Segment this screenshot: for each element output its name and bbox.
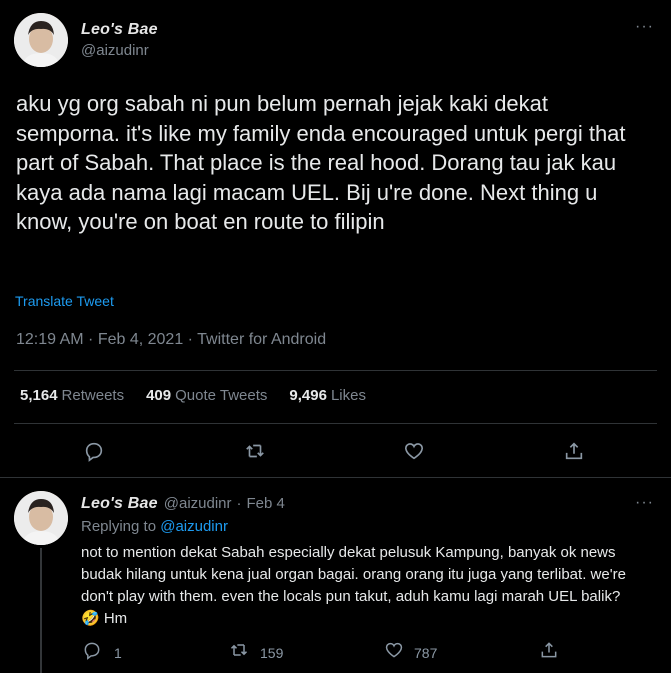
reply-more-options-icon[interactable]: ···	[635, 494, 654, 512]
divider	[14, 423, 657, 424]
translate-tweet-link[interactable]: Translate Tweet	[15, 293, 114, 309]
reply-action-reply[interactable]: 1	[82, 640, 122, 665]
reply-author-avatar[interactable]	[14, 491, 68, 545]
reply-count: 1	[114, 644, 122, 661]
reply-action-share[interactable]	[539, 640, 559, 665]
more-options-icon[interactable]: ···	[635, 18, 654, 36]
thread-line	[40, 548, 42, 673]
like-icon[interactable]	[384, 640, 404, 665]
retweet-count: 159	[260, 644, 284, 661]
share-icon[interactable]	[539, 642, 559, 664]
replying-to-label: Replying to	[81, 518, 157, 535]
stat-label: Retweets	[61, 387, 125, 404]
share-icon[interactable]	[563, 440, 585, 467]
author-avatar[interactable]	[14, 13, 68, 67]
reply-icon[interactable]	[82, 640, 102, 665]
reply-action-like[interactable]: 787	[384, 640, 437, 665]
like-count: 787	[414, 644, 438, 661]
stat-retweets[interactable]: 5,164 Retweets	[20, 387, 124, 405]
reply-header: Leo's Bae @aizudinr · Feb 4	[81, 495, 285, 513]
like-icon[interactable]	[403, 440, 425, 467]
divider	[14, 370, 657, 371]
tweet-text: aku yg org sabah ni pun belum pernah jej…	[16, 91, 626, 234]
reply-action-retweet[interactable]: 159	[228, 640, 283, 665]
retweet-icon[interactable]	[228, 640, 250, 665]
replying-to-handle[interactable]: @aizudinr	[160, 518, 228, 535]
author-name[interactable]: Leo's Bae	[81, 21, 158, 39]
author-handle[interactable]: @aizudinr	[81, 42, 149, 59]
stat-number: 5,164	[20, 387, 58, 404]
stat-label: Likes	[330, 387, 366, 404]
stat-quote-tweets[interactable]: 409 Quote Tweets	[146, 387, 267, 405]
tweet-timestamp[interactable]: 12:19 AM · Feb 4, 2021 · Twitter for And…	[16, 331, 326, 349]
reply-icon[interactable]	[83, 440, 105, 467]
stat-number: 409	[146, 387, 172, 404]
stat-likes[interactable]: 9,496 Likes	[289, 387, 366, 405]
stat-label: Quote Tweets	[175, 387, 268, 404]
reply-date[interactable]: Feb 4	[247, 495, 285, 512]
separator-dot: ·	[236, 495, 242, 512]
tweet-stats: 5,164 Retweets 409 Quote Tweets 9,496 Likes	[20, 387, 366, 405]
retweet-icon[interactable]	[243, 440, 267, 467]
replying-to: Replying to @aizudinr	[81, 518, 228, 535]
reply-text: not to mention dekat Sabah especially de…	[81, 544, 626, 627]
divider	[0, 477, 671, 478]
reply-author-name[interactable]: Leo's Bae	[81, 495, 158, 513]
reply-author-handle[interactable]: @aizudinr	[164, 495, 232, 512]
stat-number: 9,496	[289, 387, 327, 404]
